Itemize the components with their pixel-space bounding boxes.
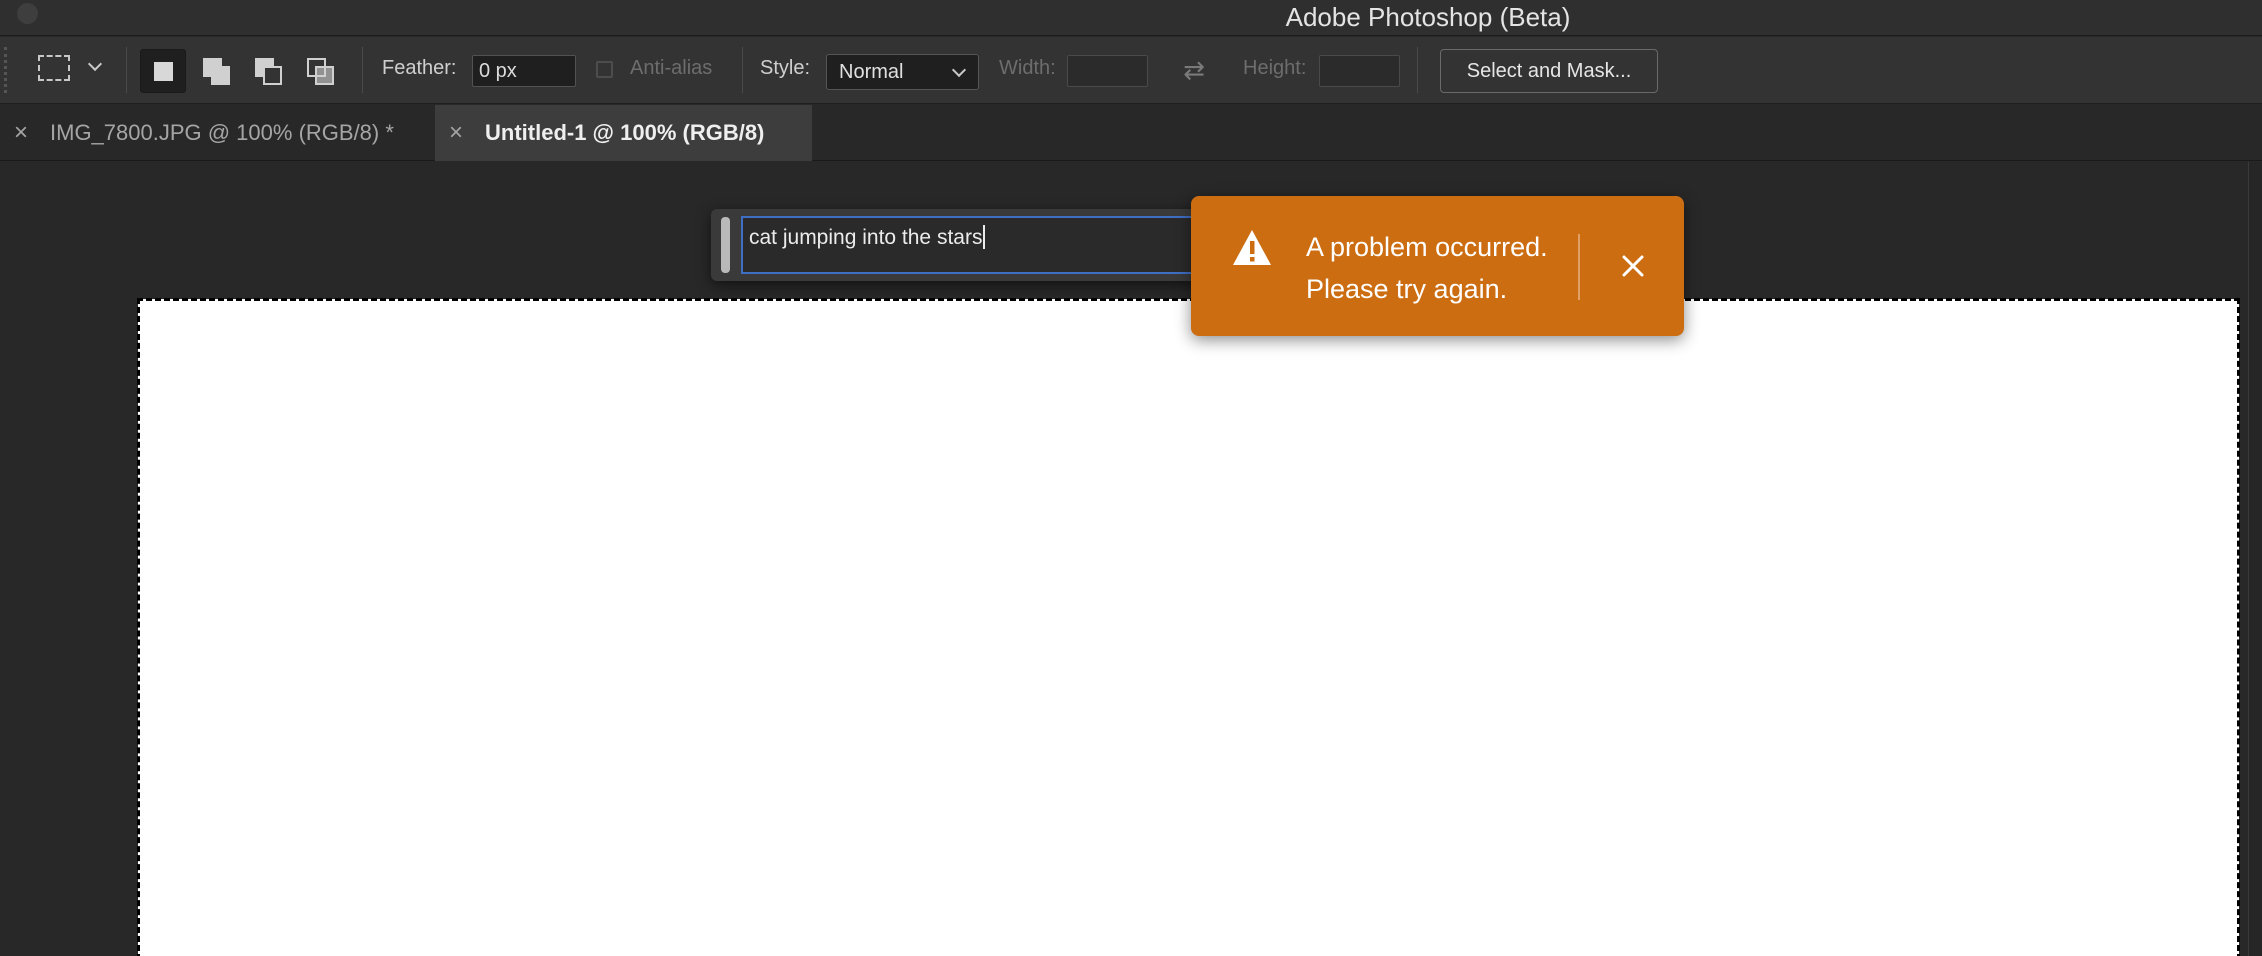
close-icon[interactable]: × [14, 105, 28, 161]
select-and-mask-button[interactable]: Select and Mask... [1440, 49, 1658, 93]
chevron-down-icon [951, 62, 967, 78]
options-bar: Feather: 0 px Anti-alias Style: Normal W… [0, 37, 2262, 104]
new-selection-icon [154, 62, 173, 81]
toast-divider [1578, 234, 1580, 300]
warning-icon [1233, 230, 1271, 265]
prompt-text: cat jumping into the stars [749, 226, 983, 249]
width-input[interactable] [1067, 55, 1148, 87]
toast-message: A problem occurred. Please try again. [1306, 226, 1556, 310]
drag-handle[interactable] [721, 217, 730, 273]
width-label: Width: [999, 57, 1056, 79]
tab-label: IMG_7800.JPG @ 100% (RGB/8) * [50, 120, 394, 145]
add-to-selection-button[interactable] [193, 49, 239, 93]
tab-img-7800[interactable]: × IMG_7800.JPG @ 100% (RGB/8) * [0, 105, 434, 161]
feather-input[interactable]: 0 px [472, 55, 576, 87]
anti-alias-checkbox[interactable] [596, 61, 613, 78]
divider [1417, 47, 1418, 93]
close-icon[interactable] [1611, 244, 1655, 288]
divider [362, 47, 363, 93]
intersect-with-selection-button[interactable] [297, 49, 343, 93]
window-title: Adobe Photoshop (Beta) [1285, 2, 1571, 32]
tab-label: Untitled-1 @ 100% (RGB/8) [485, 120, 765, 145]
height-label: Height: [1243, 57, 1307, 79]
swap-width-height-icon[interactable]: ⇄ [1178, 55, 1210, 85]
vertical-scrollbar[interactable] [2248, 162, 2262, 956]
error-toast: A problem occurred. Please try again. [1191, 196, 1684, 336]
toast-line-2: Please try again. [1306, 274, 1508, 304]
style-select-value: Normal [839, 61, 904, 83]
generative-prompt-bar: cat jumping into the stars [711, 209, 1211, 281]
new-selection-button[interactable] [140, 49, 186, 93]
style-label: Style: [760, 57, 811, 79]
workspace: cat jumping into the stars A problem occ… [0, 162, 2262, 956]
options-bar-grip[interactable] [4, 47, 14, 93]
prompt-input[interactable]: cat jumping into the stars [741, 216, 1211, 274]
tab-untitled-1[interactable]: × Untitled-1 @ 100% (RGB/8) [435, 105, 812, 161]
document-canvas[interactable] [137, 298, 2240, 956]
divider [742, 47, 743, 93]
divider [126, 47, 127, 93]
feather-label: Feather: [382, 57, 457, 79]
text-caret [983, 225, 986, 249]
style-select[interactable]: Normal [826, 54, 979, 90]
anti-alias-label: Anti-alias [630, 57, 713, 79]
height-input[interactable] [1319, 55, 1400, 87]
rectangular-marquee-icon [38, 55, 70, 81]
toast-line-1: A problem occurred. [1306, 232, 1548, 262]
tool-preset-picker[interactable] [26, 53, 104, 89]
document-tab-bar: × IMG_7800.JPG @ 100% (RGB/8) * × Untitl… [0, 105, 2262, 161]
chevron-down-icon [87, 56, 103, 72]
close-icon[interactable]: × [449, 105, 463, 161]
subtract-from-selection-button[interactable] [245, 49, 291, 93]
title-bar: Adobe Photoshop (Beta) [0, 0, 2262, 36]
